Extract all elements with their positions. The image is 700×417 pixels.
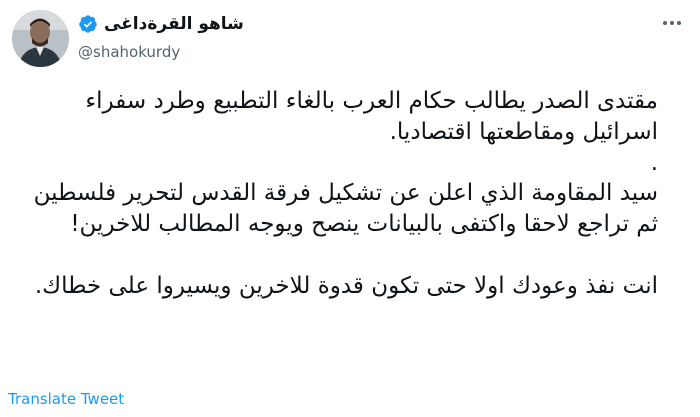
tweet-paragraph: مقتدى الصدر يطالب حكام العرب بالغاء التط… — [85, 88, 658, 145]
user-handle[interactable]: @shahokurdy — [78, 43, 180, 61]
tweet-header: شاهو القرةداغى @shahokurdy — [0, 0, 700, 80]
tweet-text: مقتدى الصدر يطالب حكام العرب بالغاء التط… — [8, 86, 658, 302]
display-name[interactable]: شاهو القرةداغى — [104, 14, 244, 34]
translate-tweet-link[interactable]: Translate Tweet — [8, 390, 124, 408]
more-options-icon[interactable] — [660, 14, 684, 32]
tweet-paragraph: سيد المقاومة الذي اعلن عن تشكيل فرقة الق… — [33, 180, 658, 238]
tweet-card: شاهو القرةداغى @shahokurdy مقتدى الصدر ي… — [0, 0, 700, 417]
avatar-photo — [12, 10, 69, 67]
tweet-paragraph-blank — [8, 240, 658, 271]
verified-badge-icon — [78, 14, 98, 34]
user-info: شاهو القرةداغى @shahokurdy — [78, 14, 244, 61]
tweet-paragraph: . — [650, 149, 658, 176]
more-dot — [677, 21, 681, 25]
avatar[interactable] — [12, 10, 69, 67]
more-dot — [670, 21, 674, 25]
more-dot — [663, 21, 667, 25]
tweet-paragraph: انت نفذ وعودك اولا حتى تكون قدوة للاخرين… — [34, 272, 658, 299]
name-row[interactable]: شاهو القرةداغى — [78, 14, 244, 34]
